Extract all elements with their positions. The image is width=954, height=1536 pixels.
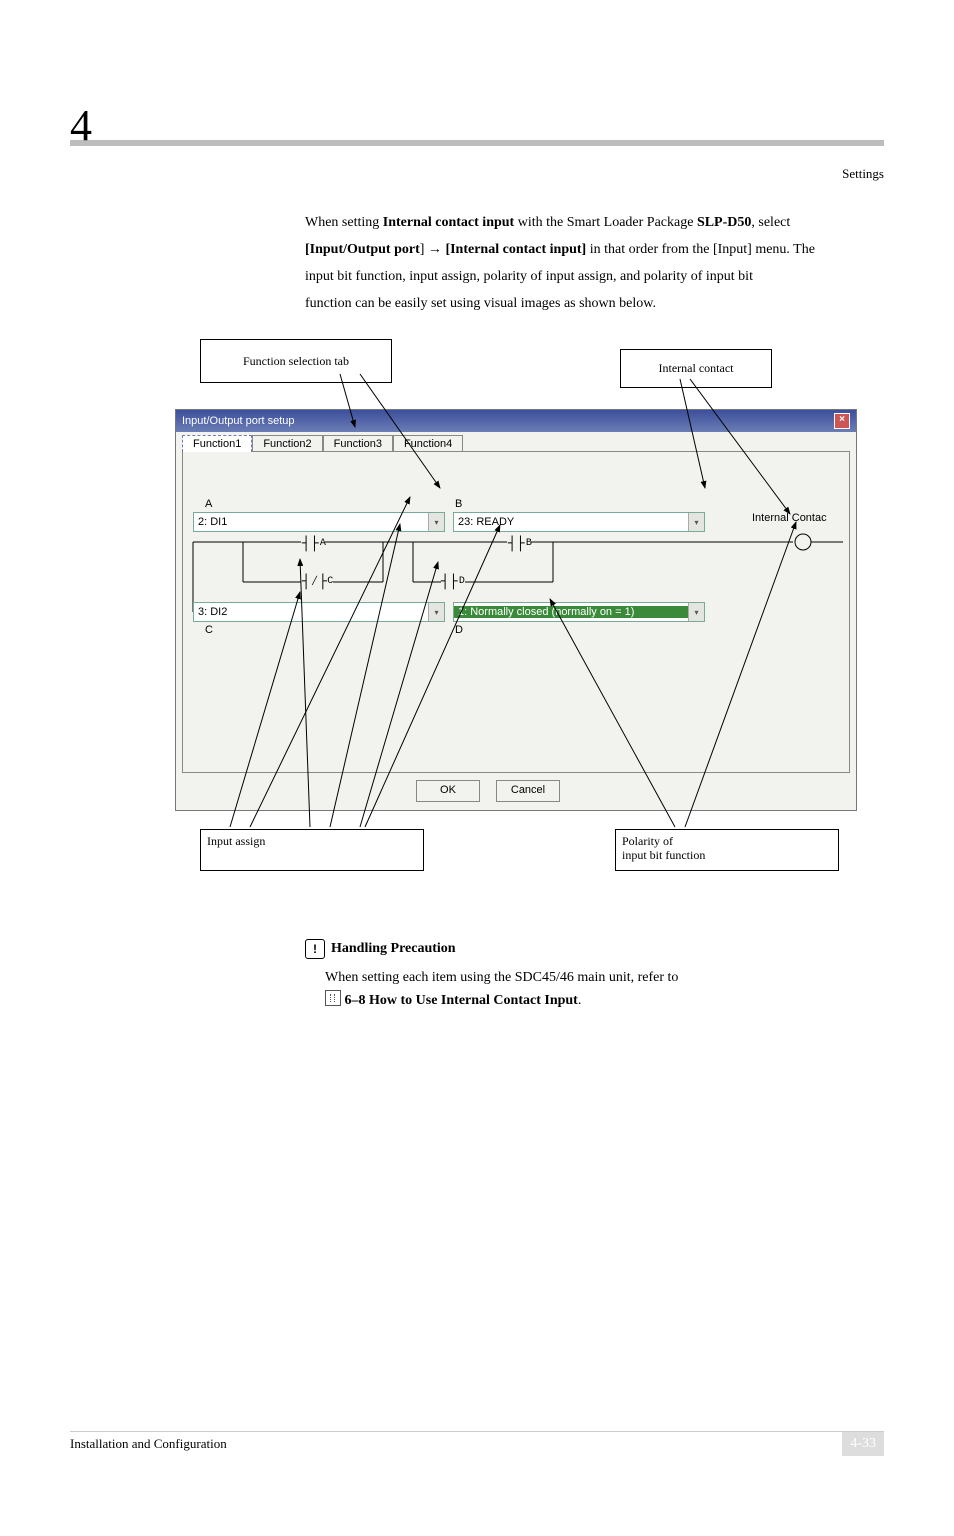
p2c: [Internal contact input]: [445, 242, 586, 257]
p3: input bit function, input assign, polari…: [305, 266, 884, 287]
select-D[interactable]: 1: Normally closed (normally on = 1) ▾: [453, 602, 705, 622]
tab-bar: Function1 Function2 Function3 Function4: [182, 435, 850, 452]
p2d: in that order from the [Input] menu. The: [586, 242, 815, 257]
handling-body: When setting each item using the SDC45/4…: [325, 967, 884, 1011]
label-input-assign: Input assign: [200, 829, 424, 871]
p1a: When setting: [305, 215, 383, 230]
tab-function2[interactable]: Function2: [252, 435, 322, 452]
label-function-tab: Function selection tab: [200, 339, 392, 383]
p2b: ] →: [420, 242, 446, 257]
select-D-value: 1: Normally closed (normally on = 1): [454, 606, 688, 618]
contact-A: ┤├A: [302, 536, 325, 552]
contact-B: ┤├B: [508, 536, 531, 552]
select-C-value: 3: DI2: [194, 606, 428, 618]
main-paragraph: When setting Internal contact input with…: [305, 212, 884, 314]
internal-contact-label: Internal Contac: [752, 512, 827, 524]
select-C[interactable]: 3: DI2 ▾: [193, 602, 445, 622]
label-polarity-bit-func: Polarity of input bit function: [615, 829, 839, 871]
p1e: , select: [751, 215, 790, 230]
contact-D: ┤├D: [441, 574, 464, 590]
header-right: Settings: [70, 166, 884, 182]
chevron-down-icon[interactable]: ▾: [688, 513, 704, 531]
dialog-titlebar: Input/Output port setup ×: [176, 410, 856, 432]
info-icon: !: [305, 939, 325, 959]
ok-button[interactable]: OK: [416, 780, 480, 802]
dialog-body: A B 2: DI1 ▾ 23: READY ▾ Internal Contac…: [182, 451, 850, 773]
label-B: B: [455, 498, 462, 510]
chevron-down-icon[interactable]: ▾: [688, 603, 704, 621]
dialog-window: Input/Output port setup × Function1 Func…: [175, 409, 857, 811]
label-internal-contact: Internal contact: [620, 349, 772, 388]
tab-function4[interactable]: Function4: [393, 435, 463, 452]
handling-heading: Handling Precaution: [331, 941, 456, 957]
p1b: Internal contact input: [383, 215, 514, 230]
select-A[interactable]: 2: DI1 ▾: [193, 512, 445, 532]
p2a: [Input/Output port: [305, 242, 420, 257]
select-A-value: 2: DI1: [194, 516, 428, 528]
select-B[interactable]: 23: READY ▾: [453, 512, 705, 532]
close-icon[interactable]: ×: [834, 413, 850, 429]
reference-icon: [325, 990, 341, 1006]
p1c: with the Smart Loader Package: [514, 215, 697, 230]
p1d: SLP-D50: [697, 215, 751, 230]
dialog-title-text: Input/Output port setup: [182, 415, 295, 427]
label-C: C: [205, 624, 213, 636]
label-A: A: [205, 498, 212, 510]
footer-left: Installation and Configuration: [70, 1436, 227, 1452]
chapter-number: 4: [70, 100, 92, 151]
contact-C: ┤∕├C: [302, 574, 333, 590]
chevron-down-icon[interactable]: ▾: [428, 513, 444, 531]
label-D: D: [455, 624, 463, 636]
footer-page: 4-33: [842, 1432, 884, 1456]
cancel-button[interactable]: Cancel: [496, 780, 560, 802]
select-B-value: 23: READY: [454, 516, 688, 528]
p4: function can be easily set using visual …: [305, 293, 884, 314]
tab-function1[interactable]: Function1: [182, 435, 252, 452]
tab-function3[interactable]: Function3: [323, 435, 393, 452]
chevron-down-icon[interactable]: ▾: [428, 603, 444, 621]
